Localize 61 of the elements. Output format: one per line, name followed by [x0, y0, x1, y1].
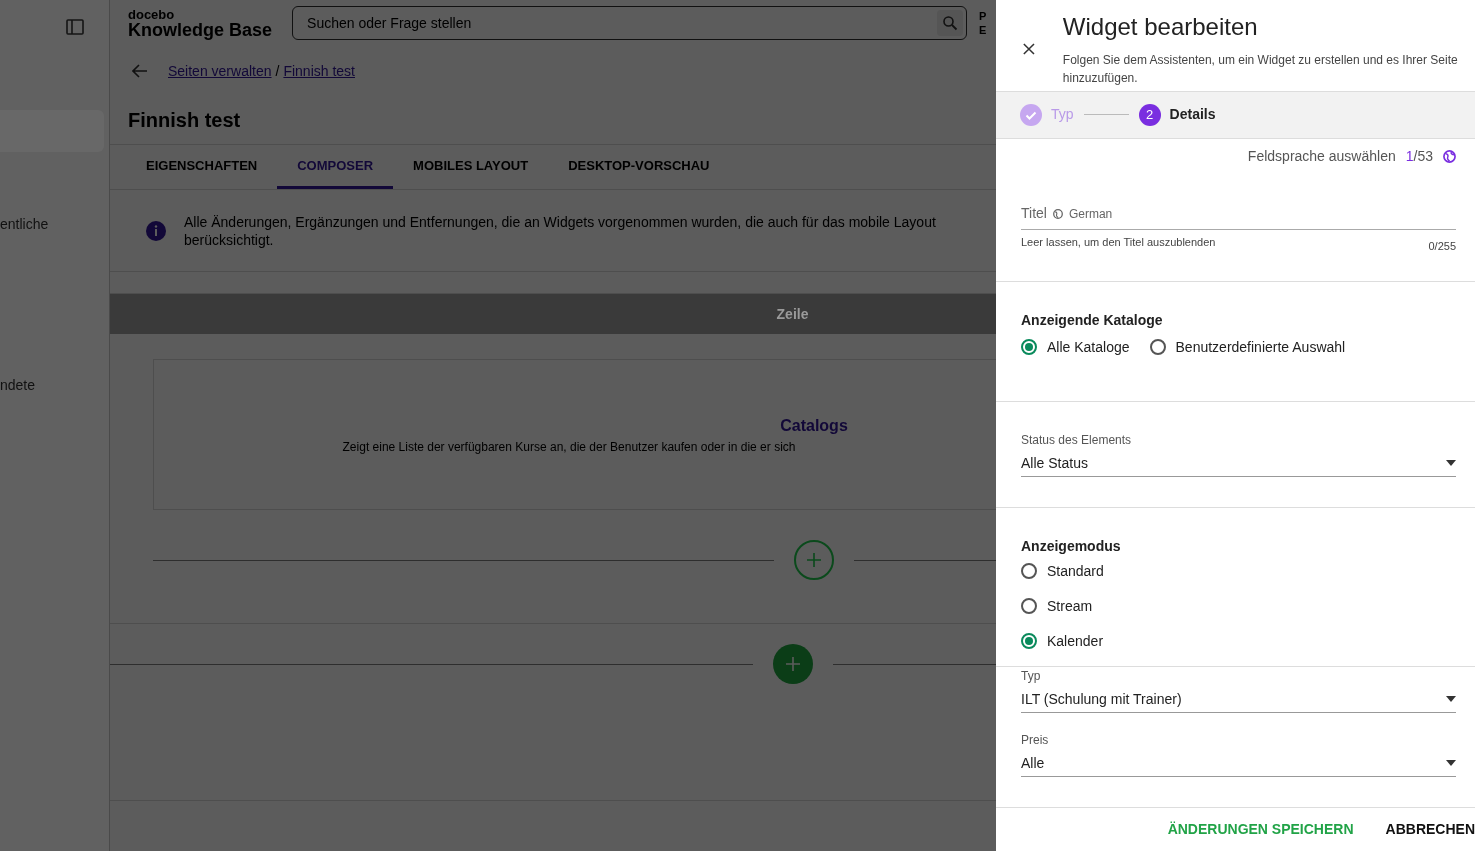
select-field[interactable]: Alle Status	[1021, 452, 1456, 477]
radio-button[interactable]	[1021, 339, 1037, 356]
caret-icon	[1446, 460, 1456, 467]
language-counter: 1/53	[1405, 146, 1433, 166]
caret-icon	[1446, 760, 1456, 767]
select-field[interactable]: Alle	[1021, 752, 1456, 777]
cancel-button[interactable]: ABBRECHEN	[1385, 818, 1475, 840]
row-label: Zeile	[776, 304, 809, 324]
search-field[interactable]: Suchen oder Frage stellen	[292, 6, 968, 40]
radio-button[interactable]	[1021, 598, 1037, 615]
back-arrow-icon[interactable]	[132, 64, 148, 78]
step[interactable]: Typ	[1020, 103, 1074, 126]
character-counter: 0/255	[1428, 239, 1456, 255]
sidebar-toggle-icon[interactable]	[66, 19, 84, 35]
widget-title: Catalogs	[780, 415, 848, 436]
radio-label: Alle Kataloge	[1047, 337, 1130, 357]
tab[interactable]: COMPOSER	[277, 145, 394, 189]
sidebar-item[interactable]: ndete	[0, 375, 109, 396]
helper-text: Leer lassen, um den Titel auszublenden	[1021, 235, 1216, 251]
user-info-text: P	[979, 9, 987, 23]
tab[interactable]: EIGENSCHAFTEN	[126, 145, 278, 189]
section-heading: Anzeigemodus	[1021, 536, 1122, 556]
save-button[interactable]: ÄNDERUNGEN SPEICHERN	[1167, 818, 1354, 840]
field-label: Preis	[1021, 731, 1050, 749]
radio-label: Benutzerdefinierte Auswahl	[1175, 337, 1346, 357]
step[interactable]: 2 Details	[1138, 103, 1216, 126]
close-icon[interactable]	[1023, 42, 1035, 56]
radio-button[interactable]	[1149, 339, 1166, 356]
widget-description: Zeigt eine Liste der verfügbaren Kurse an, die der Benutzer kaufen oder in die er sich	[342, 438, 796, 456]
drawer-title: Widget bearbeiten	[1062, 12, 1259, 42]
title-field[interactable]: Titel German	[1021, 203, 1456, 231]
breadcrumb-separator: /	[275, 61, 280, 81]
section-heading: Anzeigende Kataloge	[1021, 310, 1164, 330]
field-label: Typ	[1021, 667, 1042, 685]
globe-icon	[1052, 208, 1063, 219]
tab[interactable]: MOBILES LAYOUT	[393, 145, 549, 189]
select-field[interactable]: ILT (Schulung mit Trainer)	[1021, 688, 1456, 713]
check-circle-icon	[1020, 103, 1042, 126]
step-number: 2	[1138, 103, 1161, 126]
radio-label: Kalender	[1047, 631, 1104, 651]
radio-button[interactable]	[1021, 633, 1037, 650]
info-icon	[146, 220, 166, 241]
brand-name: docebo	[128, 7, 176, 21]
caret-icon	[1446, 696, 1456, 703]
breadcrumb-link[interactable]: Seiten verwalten	[168, 60, 272, 82]
tab[interactable]: DESKTOP-VORSCHAU	[548, 145, 730, 189]
breadcrumb-link[interactable]: Finnish test	[283, 60, 355, 82]
info-message: Alle Änderungen, Ergänzungen und Entfernungen, die an Widgets vorgenommen wurden, die auch für das mobile Layout berücksichtigt.	[184, 212, 936, 249]
language-selector-label: Feldsprache auswählen	[1247, 146, 1396, 166]
drawer-subtitle: Folgen Sie dem Assistenten, um ein Widget zu erstellen und es Ihrer Seite hinzuzufügen.	[1062, 52, 1459, 87]
brand-title: Knowledge Base	[128, 20, 273, 39]
radio-label: Standard	[1047, 561, 1104, 581]
field-label: Status des Elements	[1021, 431, 1133, 449]
radio-button[interactable]	[1021, 563, 1037, 580]
radio-label: Stream	[1047, 596, 1093, 616]
sidebar-item[interactable]: entliche	[0, 214, 109, 235]
search-button[interactable]	[937, 10, 964, 36]
globe-icon[interactable]	[1443, 149, 1456, 163]
user-info-text: E	[979, 23, 987, 37]
page-title: Finnish test	[128, 108, 241, 133]
search-icon	[942, 15, 959, 31]
